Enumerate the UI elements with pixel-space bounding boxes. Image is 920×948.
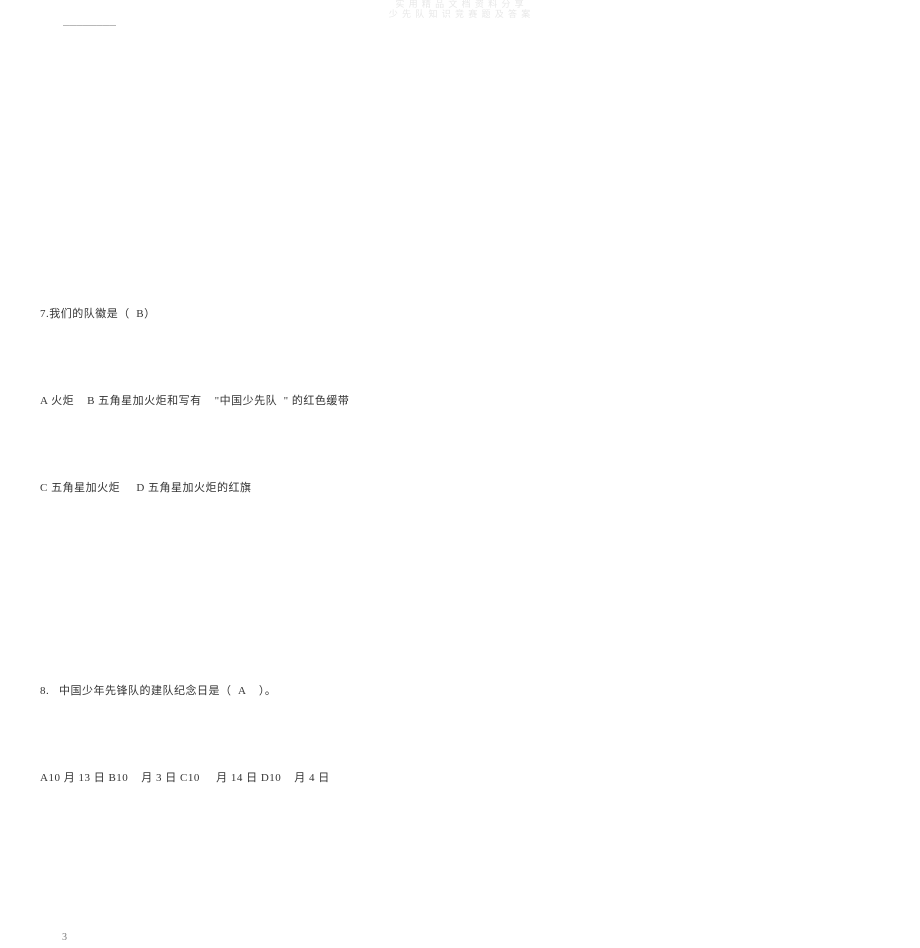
question-7-options-row1: A 火炬 B 五角星加火炬和写有 "中国少先队 " 的红色缓带	[40, 392, 349, 408]
question-7-options-row2: C 五角星加火炬 D 五角星加火炬的红旗	[40, 479, 252, 495]
blank-underline: ________	[63, 13, 116, 26]
watermark-text: 实 用 精 品 文 档 资 料 分 享 少 先 队 知 识 竞 赛 题 及 答 …	[389, 0, 532, 20]
question-8-stem: 8. 中国少年先锋队的建队纪念日是（ A ）。	[40, 682, 276, 698]
question-8-options: A10 月 13 日 B10 月 3 日 C10 月 14 日 D10 月 4 …	[40, 769, 330, 785]
watermark-line2: 少 先 队 知 识 竞 赛 题 及 答 案	[389, 10, 532, 20]
page-number: 3	[62, 932, 67, 943]
question-7-stem: 7.我们的队徽是（ B）	[40, 305, 156, 321]
